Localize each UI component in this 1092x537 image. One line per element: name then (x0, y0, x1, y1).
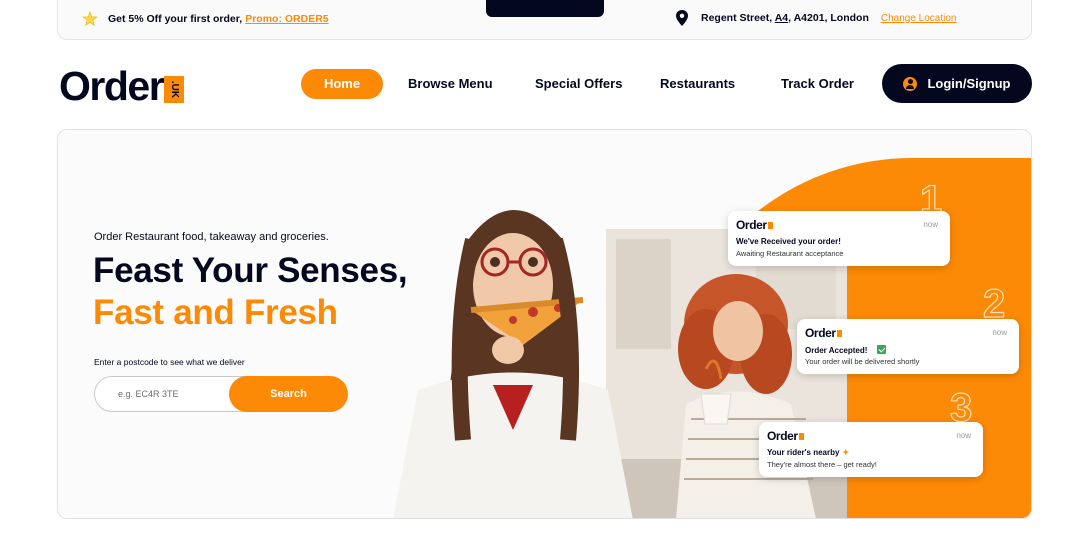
postcode-label: Enter a postcode to see what we deliver (94, 357, 245, 367)
nav-track-order[interactable]: Track Order (781, 69, 854, 99)
device-notch (486, 0, 604, 17)
notification-card-2: Order now Order Accepted! Your order wil… (797, 319, 1019, 374)
notif-logo: Order (736, 218, 773, 232)
notif-title: Order Accepted! (805, 345, 887, 355)
location-pin-icon (675, 10, 689, 26)
brand-logo[interactable]: Order .UK (59, 63, 185, 109)
notif-subtitle: They're almost there – get ready! (767, 460, 877, 469)
postcode-search: Search (94, 376, 348, 412)
promo-code-link[interactable]: Promo: ORDER5 (245, 13, 328, 25)
promo-text: Get 5% Off your first order, (108, 13, 243, 25)
headline-line-1: Feast Your Senses, (93, 251, 408, 290)
hero-headline: Feast Your Senses, Fast and Fresh (93, 250, 408, 334)
notif-time: now (923, 220, 938, 229)
logo-wordmark: Order (59, 63, 165, 109)
notif-subtitle: Your order will be delivered shortly (805, 357, 920, 366)
check-icon (877, 345, 887, 354)
notif-subtitle: Awaiting Restaurant acceptance (736, 249, 844, 258)
promo-bar: Get 5% Off your first order, Promo: ORDE… (57, 0, 1032, 40)
user-icon (903, 76, 918, 91)
notification-card-3: Order now Your rider's nearby ✦ They're a… (759, 422, 983, 477)
notif-title: Your rider's nearby ✦ (767, 448, 850, 457)
login-signup-button[interactable]: Login/Signup (882, 64, 1032, 103)
nav-special-offers[interactable]: Special Offers (535, 69, 622, 99)
notification-card-1: Order now We've Received your order! Awa… (728, 211, 950, 266)
star-icon (82, 11, 98, 27)
party-popper-icon: ✦ (842, 448, 850, 457)
notif-time: now (956, 431, 971, 440)
login-label: Login/Signup (927, 76, 1011, 91)
nav-restaurants[interactable]: Restaurants (660, 69, 735, 99)
logo-badge: .UK (164, 76, 185, 103)
nav-browse-menu[interactable]: Browse Menu (408, 69, 493, 99)
notif-time: now (992, 328, 1007, 337)
hero-tagline: Order Restaurant food, takeaway and groc… (94, 231, 329, 243)
postcode-input[interactable] (95, 377, 245, 411)
headline-line-2: Fast and Fresh (93, 293, 338, 332)
nav-home[interactable]: Home (301, 69, 383, 99)
promo-message: Get 5% Off your first order, Promo: ORDE… (82, 11, 329, 27)
location-address: Regent Street, A4, A4201, London (701, 12, 869, 24)
notif-logo: Order (767, 429, 804, 443)
notif-logo: Order (805, 326, 842, 340)
notif-title: We've Received your order! (736, 237, 841, 246)
hero-section: Order Restaurant food, takeaway and groc… (57, 129, 1032, 519)
location-info: Regent Street, A4, A4201, London Change … (675, 10, 957, 26)
search-button[interactable]: Search (229, 376, 348, 412)
hero-photo-pizza (383, 180, 643, 518)
change-location-link[interactable]: Change Location (881, 13, 957, 24)
step-number-2: 2 (982, 282, 1006, 326)
